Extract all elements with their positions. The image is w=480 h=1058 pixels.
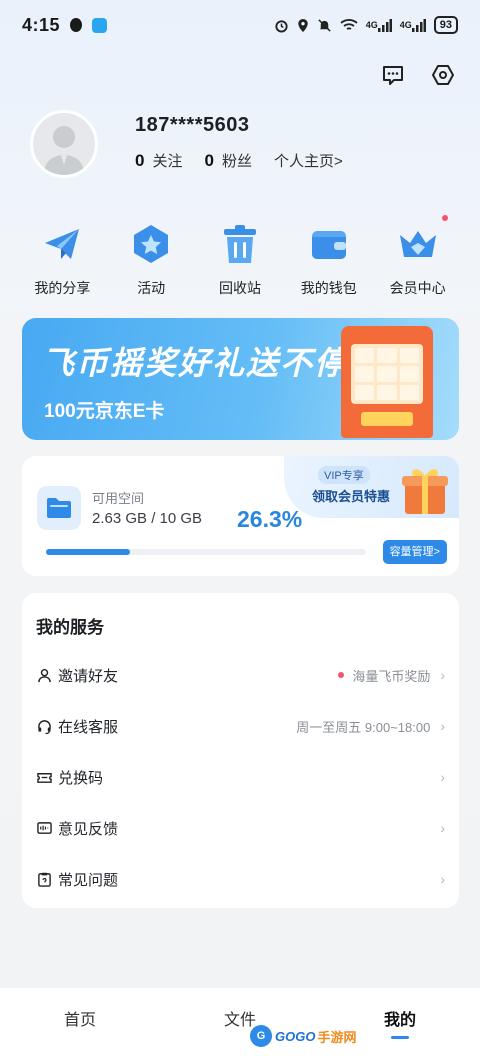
homepage-link[interactable]: 个人主页>	[274, 150, 343, 171]
following-label[interactable]: 关注	[152, 150, 182, 171]
storage-progress-fill	[46, 549, 131, 555]
service-label: 意见反馈	[58, 820, 119, 838]
services-title: 我的服务	[36, 618, 104, 637]
header-actions	[380, 62, 456, 88]
signal-1-icon: 4G	[366, 18, 392, 32]
following-count[interactable]: 0	[135, 151, 144, 171]
chevron-right-icon: ›	[440, 769, 445, 785]
action-label: 回收站	[218, 280, 261, 296]
capacity-manage-button[interactable]: 容量管理>	[382, 540, 447, 564]
available-space-label: 可用空间	[92, 491, 145, 506]
status-bar: 4:15 4G 4G 93	[0, 0, 480, 50]
qq-notification-icon	[70, 18, 83, 32]
quick-actions: 我的分享 活动 回收站 我的钱包 会员中心	[18, 222, 462, 298]
status-time: 4:15	[22, 14, 61, 35]
watermark-logo: G GOGO 手游网	[250, 1025, 356, 1047]
trash-icon	[218, 222, 262, 266]
avatar[interactable]	[30, 110, 98, 178]
vip-offer-text: 领取会员特惠	[312, 489, 391, 504]
action-recycle-bin[interactable]: 回收站	[196, 222, 285, 298]
lottery-machine-illustration	[341, 326, 433, 438]
tab-label: 首页	[63, 1012, 96, 1029]
settings-icon[interactable]	[430, 62, 456, 88]
watermark-text-cn: 手游网	[317, 1029, 357, 1045]
followers-count[interactable]: 0	[204, 151, 213, 171]
wifi-icon	[340, 18, 358, 32]
signal-2-icon: 4G	[400, 18, 426, 32]
service-label: 邀请好友	[58, 667, 119, 685]
tab-home[interactable]: 首页	[0, 988, 160, 1058]
service-value: ›	[430, 820, 445, 836]
banner-subtitle: 100元京东E卡	[44, 401, 165, 422]
watermark-icon: G	[250, 1025, 272, 1047]
ticket-icon	[36, 769, 52, 785]
service-label: 常见问题	[58, 871, 119, 889]
chevron-right-icon: ›	[440, 871, 445, 887]
banner-title: 飞币摇奖好礼送不停	[42, 345, 349, 381]
my-services-card: 我的服务 邀请好友 海量飞币奖励 › 在线客服 周一至周五 9:00~18:00…	[22, 593, 459, 908]
alarm-icon	[274, 18, 289, 33]
vip-offer[interactable]: VIP专享 领取会员特惠	[284, 456, 459, 518]
service-label: 在线客服	[58, 718, 119, 736]
action-wallet[interactable]: 我的钱包	[284, 222, 373, 298]
service-faq[interactable]: 常见问题 ›	[22, 859, 459, 899]
user-phone: 187****5603	[135, 114, 250, 136]
active-tab-indicator	[391, 1036, 409, 1039]
service-value-text: 周一至周五 9:00~18:00	[296, 719, 431, 735]
service-value: 海量飞币奖励 ›	[338, 666, 445, 685]
red-dot	[338, 672, 345, 678]
service-online-support[interactable]: 在线客服 周一至周五 9:00~18:00 ›	[22, 706, 459, 746]
chevron-right-icon: ›	[440, 718, 445, 734]
star-badge-icon	[129, 222, 173, 266]
service-feedback[interactable]: 意见反馈 ›	[22, 808, 459, 848]
service-value: ›	[430, 871, 445, 887]
action-label: 我的分享	[34, 280, 91, 296]
paper-plane-icon	[40, 222, 84, 266]
headset-icon	[36, 718, 52, 734]
watermark-text: GOGO	[275, 1028, 316, 1044]
service-value-text: 海量飞币奖励	[352, 668, 431, 684]
storage-progress-bar	[46, 549, 366, 555]
action-label: 我的钱包	[300, 280, 357, 296]
tab-files[interactable]: 文件	[160, 988, 320, 1058]
battery-indicator: 93	[433, 16, 458, 34]
action-my-share[interactable]: 我的分享	[18, 222, 107, 298]
action-activity[interactable]: 活动	[107, 222, 196, 298]
message-icon[interactable]	[380, 62, 406, 88]
wallet-icon	[307, 222, 351, 266]
person-icon	[36, 667, 52, 683]
promo-banner[interactable]: 飞币摇奖好礼送不停 100元京东E卡	[22, 318, 459, 440]
storage-card: 可用空间 2.63 GB / 10 GB 26.3% VIP专享 领取会员特惠 …	[22, 456, 459, 576]
chevron-right-icon: ›	[440, 820, 445, 836]
action-label: 会员中心	[389, 280, 446, 296]
action-label: 活动	[137, 280, 166, 296]
service-value: 周一至周五 9:00~18:00 ›	[296, 717, 445, 736]
vip-tag: VIP专享	[318, 466, 370, 484]
service-label: 兑换码	[58, 769, 104, 787]
tab-mine[interactable]: 我的	[320, 988, 480, 1058]
storage-percent: 26.3%	[237, 506, 303, 532]
profile-stats: 0 关注 0 粉丝 个人主页>	[135, 150, 365, 171]
crown-icon	[396, 222, 440, 266]
bottom-navigation: 首页 文件 我的	[0, 988, 480, 1058]
folder-icon	[37, 486, 81, 530]
service-invite-friends[interactable]: 邀请好友 海量飞币奖励 ›	[22, 655, 459, 695]
mute-icon	[317, 18, 332, 33]
faq-icon	[36, 871, 52, 887]
service-redeem-code[interactable]: 兑换码 ›	[22, 757, 459, 797]
notification-dot	[442, 215, 448, 221]
status-icons: 4G 4G 93	[274, 16, 458, 34]
action-member-center[interactable]: 会员中心	[373, 222, 462, 298]
feedback-icon	[36, 820, 52, 836]
storage-size: 2.63 GB / 10 GB	[92, 510, 203, 527]
followers-label[interactable]: 粉丝	[222, 150, 252, 171]
service-value: ›	[430, 769, 445, 785]
gift-icon	[402, 469, 448, 514]
location-icon	[297, 18, 309, 33]
app-notification-icon	[92, 17, 108, 33]
tab-label: 我的	[383, 1012, 416, 1029]
chevron-right-icon: ›	[440, 667, 445, 683]
